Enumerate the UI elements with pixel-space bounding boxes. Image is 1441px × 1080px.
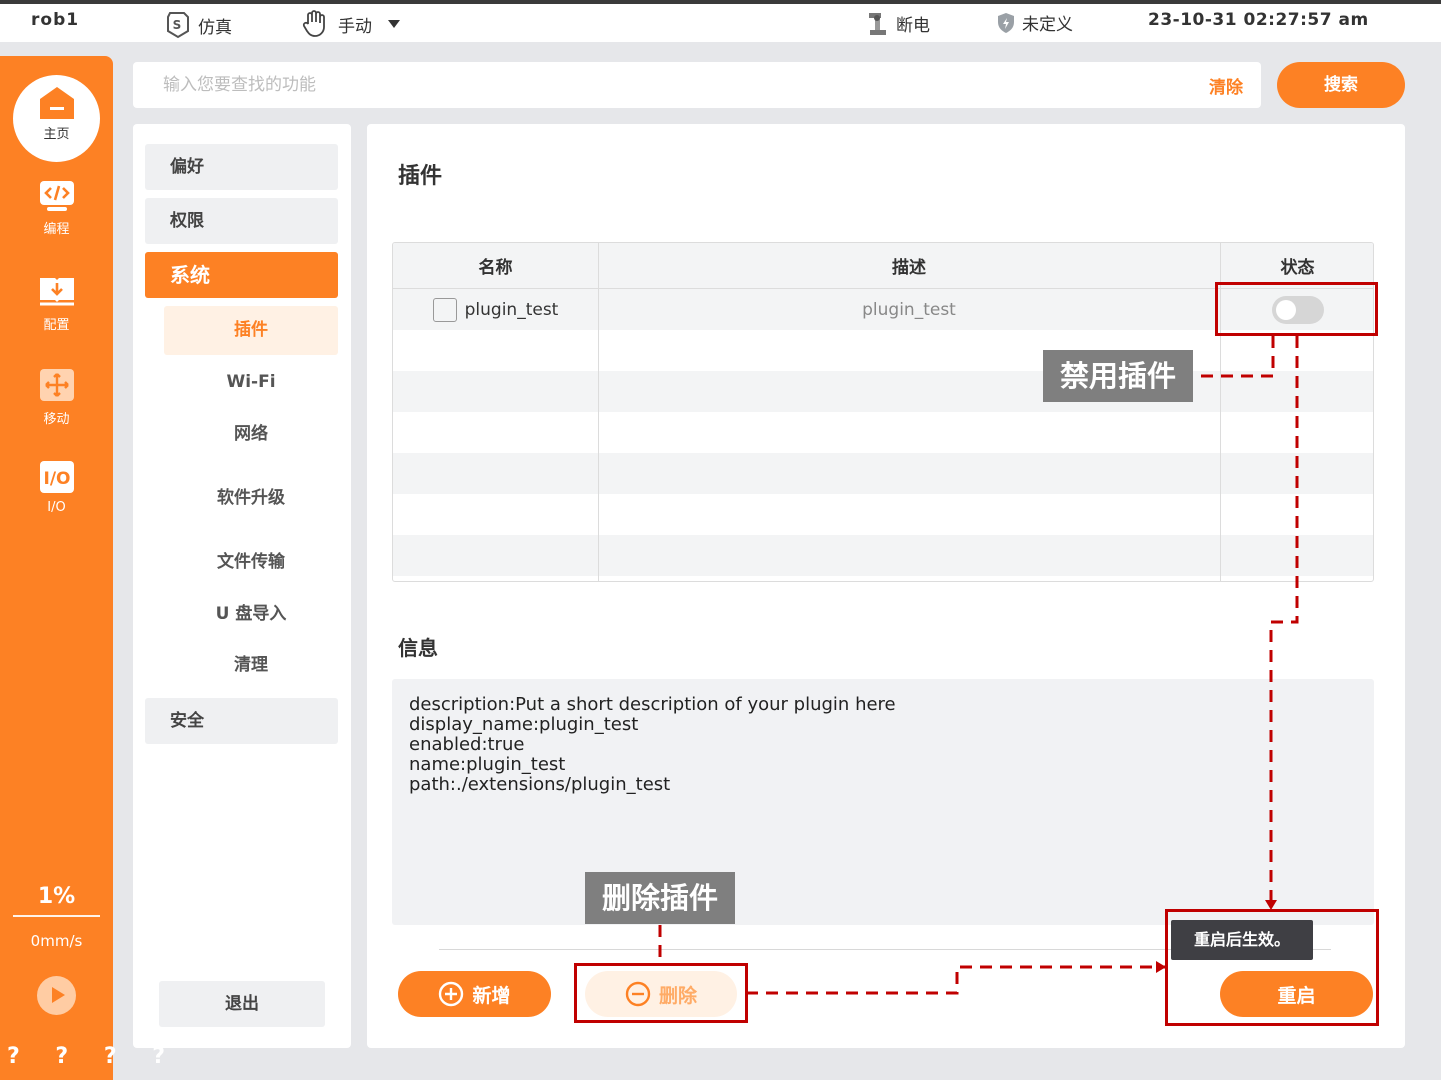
info-line: enabled:true — [409, 734, 525, 755]
plugin-info-box: description:Put a short description of y… — [392, 679, 1374, 925]
page-title: 插件 — [398, 164, 443, 189]
nav-item-cleanup[interactable]: 清理 — [164, 641, 338, 690]
column-header-name: 名称 — [478, 258, 513, 278]
nav-item-file-transfer[interactable]: 文件传输 — [164, 538, 338, 587]
plus-circle-icon — [439, 981, 464, 1007]
column-divider — [598, 243, 599, 581]
nav-group-preferences[interactable]: 偏好 — [145, 144, 338, 190]
robot-arm-icon — [869, 13, 886, 35]
code-icon — [39, 181, 74, 211]
info-line: path:./extensions/plugin_test — [409, 774, 671, 795]
clock: 23-10-31 02:27:57 am — [1148, 10, 1369, 30]
speed-divider — [13, 915, 100, 917]
info-line: description:Put a short description of y… — [409, 694, 896, 715]
shield-icon — [998, 12, 1014, 33]
manual-mode-dropdown[interactable]: 手动 — [302, 10, 400, 38]
settings-nav: 偏好 权限 系统 插件 Wi-Fi 网络 软件升级 文件传输 U 盘导入 清理 … — [133, 124, 351, 1048]
nav-group-safety[interactable]: 安全 — [145, 698, 338, 744]
hand-icon — [302, 10, 325, 37]
manual-label: 手动 — [338, 16, 372, 37]
table-row-empty — [393, 412, 1373, 453]
info-line: display_name:plugin_test — [409, 714, 639, 735]
simulation-label: 仿真 — [198, 17, 232, 38]
nav-group-system[interactable]: 系统 — [145, 252, 338, 298]
move-arrows-icon — [39, 369, 74, 401]
home-button[interactable]: 主页 — [13, 75, 100, 162]
annotation-label-disable-plugin: 禁用插件 — [1043, 350, 1193, 402]
add-label: 新增 — [472, 984, 511, 1007]
chevron-down-icon — [388, 20, 400, 28]
table-row-empty — [393, 330, 1373, 371]
simulation-mode[interactable]: S 仿真 — [162, 10, 232, 40]
svg-text:S: S — [173, 18, 182, 32]
power-label: 断电 — [896, 15, 930, 36]
io-icon: I/O — [39, 461, 74, 493]
rail-item-configuration[interactable]: 配置 — [0, 274, 113, 333]
play-button[interactable] — [37, 976, 76, 1015]
left-rail: 主页 编程 配置 移动 I/O I/O 1% 0mm/s ? ? ? ? — [0, 56, 165, 1080]
search-bar: 清除 — [133, 62, 1261, 108]
rail-label-move: 移动 — [43, 412, 70, 427]
table-row-empty — [393, 494, 1373, 535]
logout-button[interactable]: 退出 — [159, 981, 325, 1027]
safety-label: 未定义 — [1022, 15, 1073, 35]
power-status: 断电 — [866, 10, 930, 36]
plugin-name-cell: plugin_test — [393, 289, 598, 330]
home-icon — [39, 87, 74, 119]
table-row-empty — [393, 535, 1373, 576]
nav-item-wifi[interactable]: Wi-Fi — [164, 358, 338, 407]
annotation-box-toggle — [1215, 282, 1378, 336]
table-row-empty — [393, 453, 1373, 494]
annotation-box-restart — [1165, 909, 1379, 1026]
clear-button[interactable]: 清除 — [1209, 73, 1243, 98]
annotation-label-delete-plugin: 删除插件 — [585, 872, 735, 924]
nav-item-plugins[interactable]: 插件 — [164, 306, 338, 355]
plugin-description: plugin_test — [862, 299, 956, 320]
search-button[interactable]: 搜索 — [1277, 62, 1405, 108]
home-label: 主页 — [43, 127, 70, 142]
info-title: 信息 — [398, 636, 438, 660]
simulation-icon: S — [167, 12, 189, 39]
nav-group-permissions[interactable]: 权限 — [145, 198, 338, 244]
svg-text:I/O: I/O — [43, 469, 70, 489]
download-book-icon — [39, 278, 74, 306]
info-line: name:plugin_test — [409, 754, 566, 775]
top-bar: rob1 S 仿真 手动 断电 未定义 23-10-31 02:27:57 am — [0, 0, 1441, 42]
annotation-box-delete — [574, 963, 748, 1023]
rail-item-io[interactable]: I/O I/O — [0, 460, 113, 515]
nav-item-software-upgrade[interactable]: 软件升级 — [164, 474, 338, 523]
rail-label-programming: 编程 — [43, 222, 70, 237]
table-row-empty — [393, 371, 1373, 412]
plugin-icon — [432, 297, 457, 322]
speed-percent[interactable]: 1% — [0, 884, 113, 909]
search-input[interactable] — [163, 73, 1163, 97]
add-button[interactable]: 新增 — [398, 971, 551, 1017]
speed-value: 0mm/s — [30, 932, 83, 950]
nav-item-usb-import[interactable]: U 盘导入 — [164, 590, 338, 639]
column-header-description: 描述 — [892, 258, 926, 278]
rail-item-programming[interactable]: 编程 — [0, 180, 113, 237]
robot-name: rob1 — [31, 10, 80, 30]
rail-label-configuration: 配置 — [43, 318, 70, 333]
rail-label-io: I/O — [47, 500, 66, 515]
rail-item-move[interactable]: 移动 — [0, 368, 113, 427]
nav-item-network[interactable]: 网络 — [164, 410, 338, 459]
safety-status: 未定义 — [996, 10, 1073, 35]
plugin-name: plugin_test — [464, 299, 559, 320]
